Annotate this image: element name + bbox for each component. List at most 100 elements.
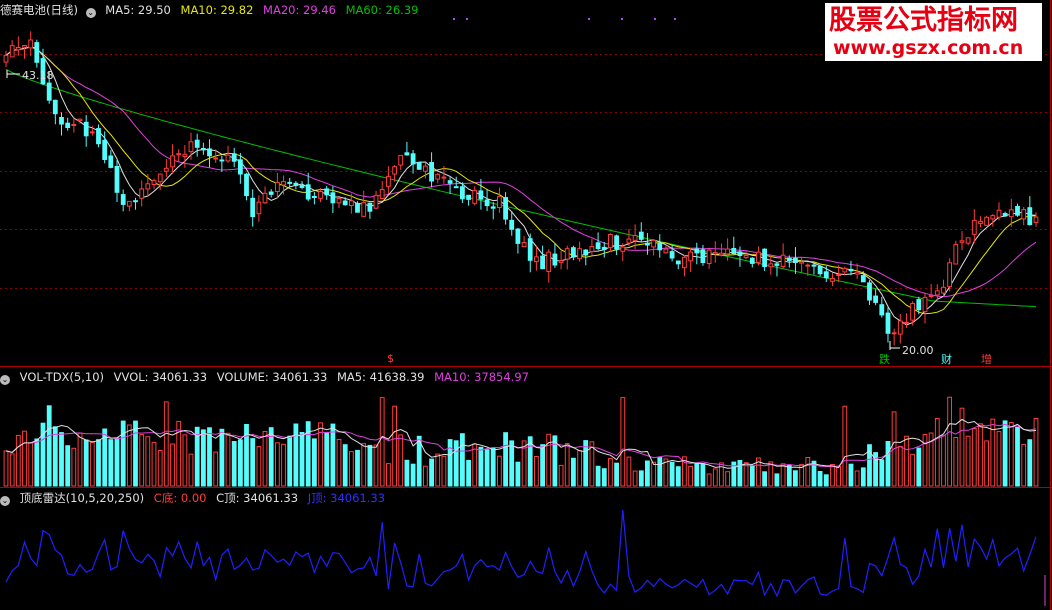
candle-body	[77, 118, 83, 122]
volume-bar	[231, 441, 237, 487]
event-tag-drop[interactable]: 跌	[878, 353, 891, 366]
volume-bar	[836, 466, 842, 487]
candle-body	[953, 243, 959, 265]
volume-bar	[330, 423, 336, 487]
candle-body	[114, 166, 120, 193]
candle-body	[811, 264, 817, 267]
volume-bar	[151, 441, 157, 487]
volume-bar	[77, 432, 83, 487]
candle-body	[558, 260, 564, 263]
stock-title: 德赛电池(日线)	[0, 3, 78, 17]
volume-bar	[620, 397, 626, 487]
candle-body	[503, 197, 509, 220]
candle-body	[521, 242, 527, 248]
signal-dot	[674, 18, 676, 20]
volume-bar	[965, 435, 971, 487]
radar-indicator-name: 顶底雷达(10,5,20,250)	[19, 491, 145, 505]
volume-bar	[786, 464, 792, 487]
candle-body	[89, 131, 95, 134]
volume-bar	[71, 447, 77, 487]
candle-body	[256, 201, 262, 215]
volume-bar	[15, 434, 21, 487]
volume-bar	[669, 461, 675, 487]
volume-bar	[854, 470, 860, 487]
volume-bar	[657, 457, 663, 487]
volume-bar	[312, 438, 317, 487]
candle-body	[478, 190, 484, 200]
candle-body	[885, 312, 891, 334]
volume-bar	[885, 441, 891, 487]
volume-bar	[324, 432, 330, 487]
event-tag-dividend[interactable]: $	[386, 352, 395, 365]
candle-body	[626, 238, 632, 244]
candle-body	[219, 159, 225, 162]
candle-body	[3, 54, 9, 63]
candle-body	[392, 166, 398, 175]
candle-body	[910, 303, 916, 321]
candle-body	[460, 186, 465, 200]
candle-body	[293, 182, 299, 186]
candle-body	[780, 254, 786, 267]
candle-body	[9, 45, 15, 58]
candle-body	[238, 159, 243, 175]
candle-body	[120, 194, 126, 205]
candle-body	[743, 255, 749, 259]
settings-circle-icon[interactable]: ⌄	[0, 375, 10, 385]
candle-body	[139, 188, 145, 199]
candle-body	[423, 165, 428, 172]
volume-bar	[842, 405, 848, 487]
volume-bar	[823, 474, 829, 487]
signal-dot	[621, 18, 623, 20]
c-bottom-readout: C底: 0.00	[153, 491, 207, 505]
volume-bar	[830, 464, 835, 487]
candle-body	[620, 246, 626, 252]
candle-body	[922, 296, 928, 313]
candle-body	[429, 162, 435, 182]
candle-body	[244, 173, 249, 197]
volume-bar	[281, 443, 286, 487]
chart-canvas[interactable]	[0, 0, 1052, 610]
volume-bar	[441, 455, 447, 487]
candle-body	[262, 192, 268, 204]
volume-bar	[447, 439, 453, 487]
volume-bar	[1002, 420, 1008, 487]
volume-bar	[225, 432, 231, 487]
price-low-label: 20.00	[902, 344, 934, 357]
volume-bar	[453, 440, 459, 487]
event-tag-increase[interactable]: 增	[980, 353, 993, 366]
volume-bar	[361, 443, 367, 487]
volume-bar	[250, 438, 256, 487]
event-tag-finance[interactable]: 财	[940, 353, 953, 366]
volume-bar	[126, 424, 132, 487]
volume-bar	[429, 458, 435, 487]
candle-body	[133, 200, 138, 203]
candle-body	[83, 121, 89, 137]
c-top-readout: C顶: 34061.33	[216, 491, 299, 505]
candle-body	[497, 196, 502, 209]
candle-body	[349, 200, 354, 207]
candle-body	[971, 219, 977, 235]
volume-bar	[910, 453, 916, 487]
volume-bar	[256, 446, 262, 487]
radar-panel-header: ⌄ 顶底雷达(10,5,20,250) C底: 0.00 C顶: 34061.3…	[0, 489, 391, 507]
candle-body	[275, 181, 280, 192]
volume-bar	[238, 439, 243, 487]
volume-bar	[52, 426, 58, 487]
volume-bar	[139, 434, 145, 487]
candle-body	[583, 249, 589, 256]
candle-body	[842, 267, 848, 273]
candle-body	[59, 117, 64, 125]
watermark-logo: 股票公式指标网 www.gszx.com.cn	[825, 3, 1042, 61]
settings-circle-icon[interactable]: ⌄	[0, 496, 10, 506]
candle-body	[990, 215, 996, 220]
volume-bar	[3, 450, 9, 487]
candle-body	[250, 197, 256, 218]
volume-bar	[1015, 427, 1020, 487]
candle-body	[651, 239, 657, 248]
candle-body	[879, 304, 885, 316]
settings-circle-icon[interactable]: ⌄	[85, 8, 96, 18]
candle-body	[675, 260, 681, 265]
candle-body	[1021, 209, 1027, 220]
candle-body	[768, 263, 774, 268]
candle-body	[978, 220, 983, 224]
